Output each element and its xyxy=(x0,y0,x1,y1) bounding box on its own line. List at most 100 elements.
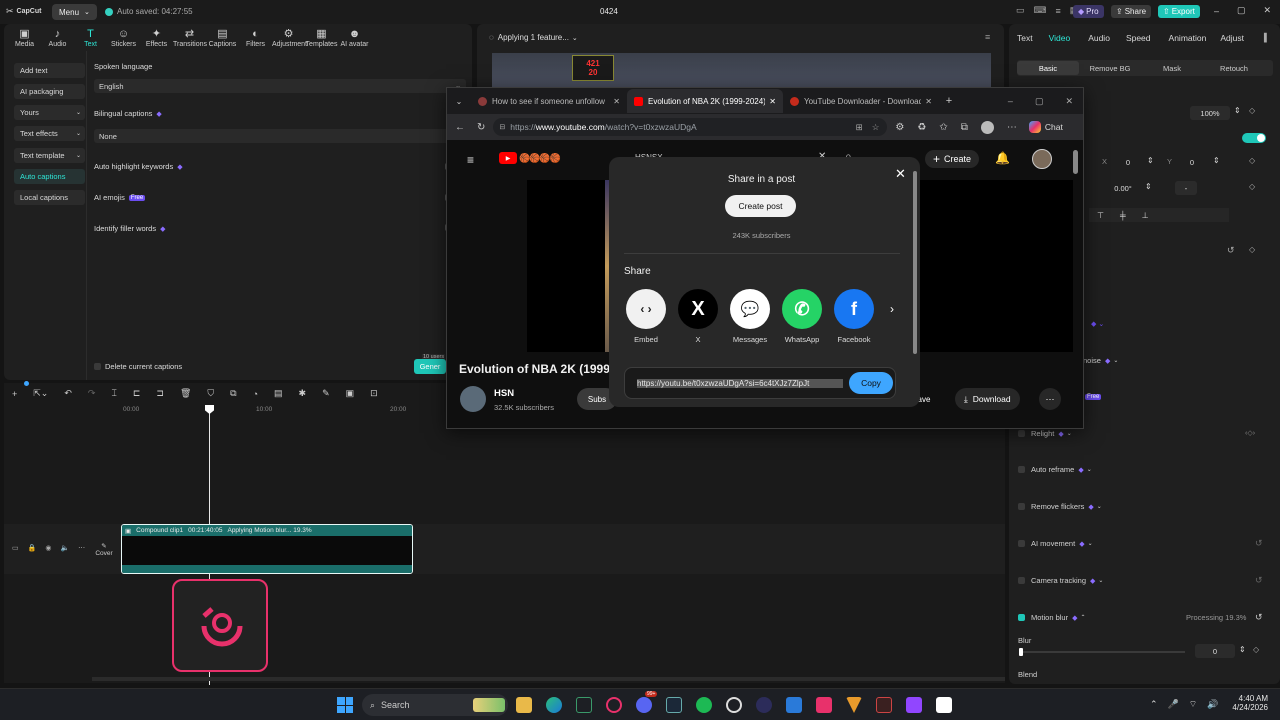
youtube-logo[interactable]: ▶ 🏀🏀🏀🏀 xyxy=(499,152,561,164)
mask-icon[interactable]: ▣ xyxy=(346,388,355,399)
feature-checkbox[interactable] xyxy=(1018,577,1025,584)
cover-button[interactable]: ✎ Cover xyxy=(92,537,116,561)
keyboard-icon[interactable]: ⌨ xyxy=(1034,5,1047,16)
delete-icon[interactable]: 🗑 xyxy=(180,388,191,399)
feature-checkbox[interactable] xyxy=(1018,430,1025,437)
export-button[interactable]: ⇧ Export xyxy=(1158,5,1200,18)
tab-ai-avatar[interactable]: ☻ AI avatar xyxy=(338,28,371,48)
hamburger-icon[interactable]: ≡ xyxy=(467,153,474,167)
settings-icon[interactable]: ≡ xyxy=(1056,6,1061,16)
more-actions-icon[interactable]: ⋯ xyxy=(1039,388,1061,410)
chrome-dev-icon[interactable] xyxy=(726,697,742,713)
subtab-mask[interactable]: Mask xyxy=(1141,61,1203,75)
player-menu-icon[interactable]: ≡ xyxy=(985,32,990,42)
photos-icon[interactable] xyxy=(786,697,802,713)
back-icon[interactable]: ← xyxy=(455,122,465,133)
generate-button[interactable]: Gener xyxy=(414,359,446,374)
more-tools-icon[interactable]: ⊡ xyxy=(370,388,378,399)
network-icon[interactable]: ⌔ xyxy=(1189,699,1197,710)
minimize-icon[interactable]: – xyxy=(1214,6,1219,16)
tiktok-icon[interactable] xyxy=(816,697,832,713)
browser-essentials-icon[interactable]: ♻ xyxy=(917,122,926,133)
site-info-icon[interactable]: ⊟ xyxy=(499,123,505,131)
minimize-icon[interactable]: – xyxy=(1008,96,1013,106)
new-tab-icon[interactable]: + xyxy=(939,89,959,113)
keyframe-icon[interactable]: ◇ xyxy=(1249,245,1255,254)
rotate-value[interactable]: 0.00° xyxy=(1105,181,1141,195)
channel-avatar[interactable] xyxy=(1032,149,1052,169)
capcut-taskbar-icon[interactable] xyxy=(936,697,952,713)
page-scrollbar[interactable] xyxy=(1073,150,1078,174)
bilingual-select[interactable]: None xyxy=(94,129,466,143)
feature-camera-tracking[interactable]: Camera tracking ◆ ⌄ xyxy=(1018,576,1103,585)
xbox-icon[interactable] xyxy=(576,697,592,713)
subtab-remove-bg[interactable]: Remove BG xyxy=(1079,61,1141,75)
share-target-embed[interactable]: ‹ › Embed xyxy=(620,289,672,344)
freeze-icon[interactable]: ✎ xyxy=(322,388,330,399)
tab-actions-icon[interactable]: ⌄ xyxy=(447,89,471,113)
tab-captions[interactable]: ▤ Captions xyxy=(206,28,239,48)
prop-tab-text[interactable]: Text xyxy=(1017,33,1033,43)
favorites-icon[interactable]: ✩ xyxy=(939,122,947,133)
rotate-stepper-icon[interactable]: ⇕ xyxy=(1145,182,1152,191)
windows-start-icon[interactable] xyxy=(337,697,353,713)
clock[interactable]: 4:40 AM 4/24/2026 xyxy=(1226,694,1268,712)
tab-text[interactable]: T Text xyxy=(74,28,107,48)
uniform-scale-toggle[interactable] xyxy=(1242,133,1266,143)
eye-icon[interactable]: ◉ xyxy=(45,544,51,552)
refresh-icon[interactable]: ↻ xyxy=(477,122,485,133)
split-left-icon[interactable]: ⊏ xyxy=(133,388,141,399)
taskbar-search[interactable]: ⌕ Search xyxy=(362,694,508,716)
feature-checkbox[interactable] xyxy=(1018,503,1025,510)
close-icon[interactable]: ✕ xyxy=(895,166,906,182)
close-icon[interactable]: ✕ xyxy=(1264,5,1272,16)
prop-tab-video[interactable]: Video xyxy=(1049,33,1071,43)
feature-checkbox[interactable] xyxy=(1018,540,1025,547)
vlc-icon[interactable] xyxy=(846,697,862,713)
nav-add-text[interactable]: Add text xyxy=(14,63,85,78)
reader-icon[interactable]: ⊞ xyxy=(856,122,863,133)
keyframe-icon[interactable]: ◇ xyxy=(1253,645,1259,654)
crop-icon[interactable]: ⧉ xyxy=(230,388,236,399)
tab-adjustment[interactable]: ⚙ Adjustment xyxy=(272,28,307,48)
close-tab-icon[interactable]: ✕ xyxy=(613,97,620,106)
davinci-icon[interactable] xyxy=(876,697,892,713)
browser-tab[interactable]: YouTube Downloader - Download ✕ xyxy=(783,89,939,113)
prop-tab-adjust[interactable]: Adjust xyxy=(1220,33,1244,43)
tab-audio[interactable]: ♪ Audio xyxy=(41,28,74,48)
project-title[interactable]: 0424 xyxy=(600,7,618,16)
delete-captions-checkbox[interactable] xyxy=(94,363,101,370)
scale-value[interactable]: 100% xyxy=(1190,106,1230,120)
align-middle-icon[interactable]: ╪ xyxy=(1120,211,1126,220)
nav-text-template[interactable]: Text template ⌄ xyxy=(14,148,85,163)
blur-value[interactable]: 0 xyxy=(1195,644,1235,658)
spoken-language-select[interactable]: English ⌄ xyxy=(94,79,466,93)
profile-avatar[interactable] xyxy=(980,120,994,134)
nav-local-captions[interactable]: Local captions xyxy=(14,190,85,205)
more-icon[interactable]: ⋯ xyxy=(78,544,85,552)
nav-auto-captions[interactable]: Auto captions xyxy=(14,169,85,184)
volume-icon[interactable]: 🔈 xyxy=(60,544,69,552)
subtab-retouch[interactable]: Retouch xyxy=(1203,61,1265,75)
nav-ai-packaging[interactable]: AI packaging xyxy=(14,84,85,99)
file-explorer-icon[interactable] xyxy=(516,697,532,713)
feature-auto-reframe[interactable]: Auto reframe ◆ ⌄ xyxy=(1018,465,1092,474)
edge-icon[interactable] xyxy=(546,697,562,713)
nav-text-effects[interactable]: Text effects ⌄ xyxy=(14,126,85,141)
blur-stepper-icon[interactable]: ⇕ xyxy=(1239,645,1246,654)
close-tab-icon[interactable]: ✕ xyxy=(925,97,932,106)
spotify-icon[interactable] xyxy=(696,697,712,713)
dialog-scrollbar[interactable] xyxy=(913,171,917,354)
nav-yours[interactable]: Yours ⌄ xyxy=(14,105,85,120)
tray-overflow-icon[interactable]: ⌃ xyxy=(1150,699,1158,710)
pos-y-stepper-icon[interactable]: ⇕ xyxy=(1213,156,1220,165)
video-frame[interactable]: 421 20 xyxy=(492,53,991,89)
share-target-whatsapp[interactable]: ✆ WhatsApp xyxy=(776,289,828,344)
close-tab-icon[interactable]: ✕ xyxy=(769,97,776,106)
undo-icon[interactable]: ↶ xyxy=(64,388,72,399)
keyframe-icon[interactable]: ◇ xyxy=(1249,156,1255,165)
hsn-avatar[interactable] xyxy=(460,386,486,412)
subtab-basic[interactable]: Basic xyxy=(1017,61,1079,75)
prop-tab-audio[interactable]: Audio xyxy=(1088,33,1110,43)
blur-slider[interactable] xyxy=(1019,648,1185,656)
